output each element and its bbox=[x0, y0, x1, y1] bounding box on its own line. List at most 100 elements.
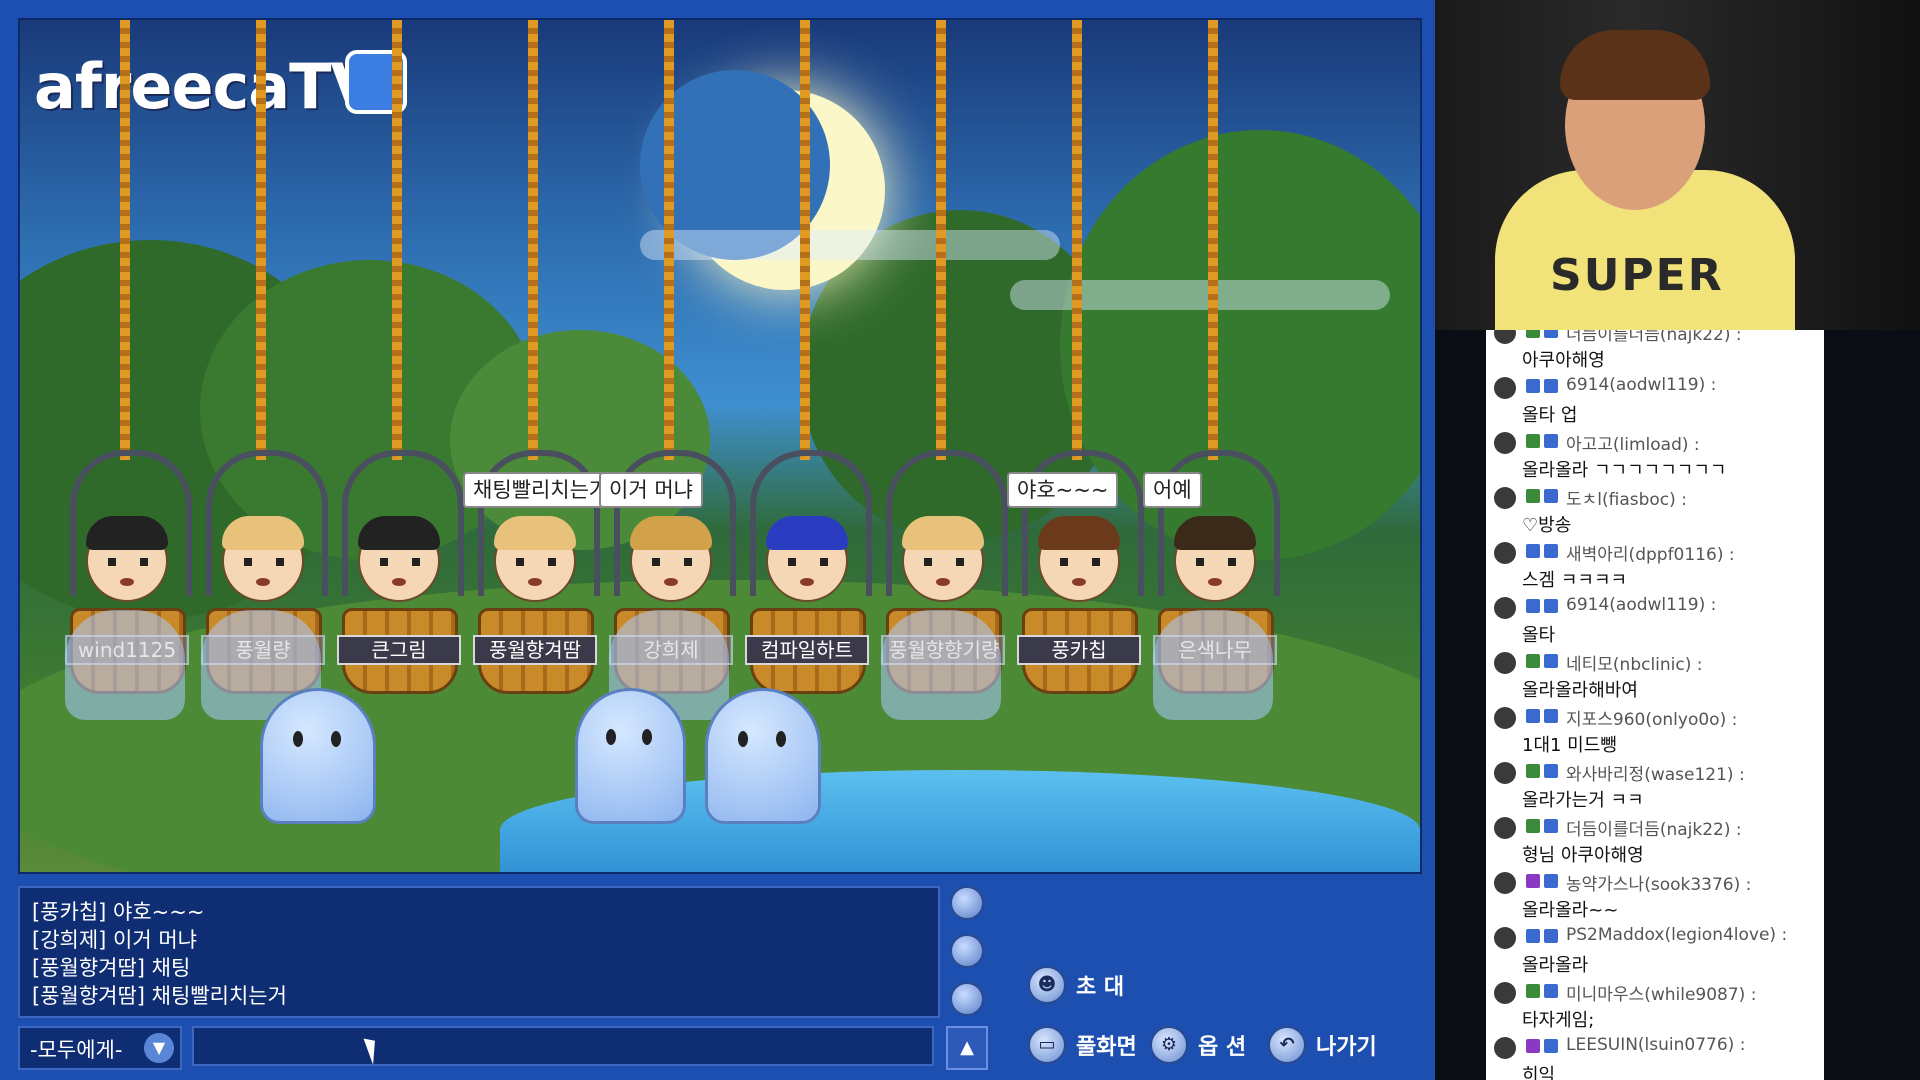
player-avatar[interactable] bbox=[1174, 516, 1256, 602]
chat-text: 올라올라 bbox=[1522, 955, 1589, 976]
game-window: afreecaTV wind1125 풍월량 큰그림 풍월향겨땀 채팅빨리치는거 강희제 이… bbox=[0, 0, 1435, 1080]
ghost-overlay bbox=[65, 610, 185, 720]
chat-input[interactable] bbox=[192, 1026, 934, 1066]
user-badge-icon bbox=[1544, 599, 1558, 613]
chat-text: 올타 업 bbox=[1522, 405, 1578, 426]
ghost bbox=[260, 688, 376, 824]
chat-message: PS2Maddox(legion4love) : 올라올라 bbox=[1486, 923, 1824, 979]
chat-username[interactable]: 농약가스나(sook3376) : bbox=[1566, 870, 1751, 895]
chat-text: 1대1 미드뺑 bbox=[1522, 735, 1617, 756]
user-badge-icon bbox=[1526, 654, 1540, 668]
player-name-tag: 컴파일하트 bbox=[745, 635, 869, 665]
chat-text: 올타 bbox=[1522, 625, 1556, 646]
user-avatar-icon bbox=[1494, 377, 1516, 399]
exit-button[interactable]: ↶ 나가기 bbox=[1268, 1026, 1377, 1064]
chat-username[interactable]: 네티모(nbclinic) : bbox=[1566, 650, 1703, 675]
rope bbox=[256, 20, 266, 460]
chat-username[interactable]: 지포스960(onlyo0o) : bbox=[1566, 705, 1737, 730]
chat-log-line: [강희제] 이거 머냐 bbox=[32, 928, 197, 952]
chat-username[interactable]: 미니마우스(while9087) : bbox=[1566, 980, 1756, 1005]
shirt-print: SUPER bbox=[1550, 250, 1724, 301]
user-avatar-icon bbox=[1494, 597, 1516, 619]
speech-bubble: 채팅빨리치는거 bbox=[463, 472, 619, 508]
speech-bubble: 어예 bbox=[1143, 472, 1202, 508]
player-name-tag: 풍월향향기량 bbox=[881, 635, 1005, 665]
player-avatar[interactable] bbox=[766, 516, 848, 602]
user-avatar-icon bbox=[1494, 982, 1516, 1004]
chevron-down-icon[interactable]: ▼ bbox=[144, 1033, 174, 1063]
scroll-thumb[interactable] bbox=[950, 934, 984, 968]
options-button[interactable]: ⚙ 옵 션 bbox=[1150, 1026, 1246, 1064]
chat-username[interactable]: 와사바리정(wase121) : bbox=[1566, 760, 1745, 785]
player-avatar[interactable] bbox=[494, 516, 576, 602]
webcam-view: SUPER bbox=[1435, 0, 1920, 330]
exit-label: 나가기 bbox=[1316, 1035, 1377, 1060]
invite-button[interactable]: ☻ 초 대 bbox=[1028, 966, 1124, 1004]
user-badge-icon bbox=[1544, 434, 1558, 448]
game-menu-panel: ☻ 초 대 ▭ 풀화면 ⚙ 옵 션 ↶ 나가기 bbox=[1000, 886, 1418, 1068]
chat-text: ♡방송 bbox=[1522, 515, 1572, 536]
player-avatar[interactable] bbox=[1038, 516, 1120, 602]
scroll-down-button[interactable] bbox=[950, 982, 984, 1016]
user-badge-icon bbox=[1544, 709, 1558, 723]
rope bbox=[392, 20, 402, 460]
user-badge-icon bbox=[1544, 379, 1558, 393]
chat-username[interactable]: 새벽아리(dppf0116) : bbox=[1566, 540, 1735, 565]
chat-username[interactable]: 더듬이를더듬(najk22) : bbox=[1566, 815, 1742, 840]
user-badge-icon bbox=[1544, 1039, 1558, 1053]
chat-log-line: [풍카칩] 야호~~~ bbox=[32, 900, 205, 924]
chat-username[interactable]: 아고고(limload) : bbox=[1566, 430, 1700, 455]
rope bbox=[936, 20, 946, 460]
afreecatv-logo: afreecaTV bbox=[34, 50, 378, 123]
user-badge-icon bbox=[1526, 764, 1540, 778]
player-avatar[interactable] bbox=[630, 516, 712, 602]
chat-username[interactable]: PS2Maddox(legion4love) : bbox=[1566, 925, 1787, 945]
user-badge-icon bbox=[1544, 764, 1558, 778]
chat-username[interactable]: LEESUIN(lsuin0776) : bbox=[1566, 1035, 1745, 1055]
chat-message: 6914(aodwl119) : 올타 업 bbox=[1486, 373, 1824, 429]
chat-log: [풍카칩] 야호~~~ [강희제] 이거 머냐 [풍월향겨땀] 채팅 [풍월향겨… bbox=[18, 886, 940, 1018]
player-avatar[interactable] bbox=[902, 516, 984, 602]
player-avatar[interactable] bbox=[86, 516, 168, 602]
player-avatar[interactable] bbox=[222, 516, 304, 602]
chat-text: 히익 bbox=[1522, 1065, 1556, 1080]
options-label: 옵 션 bbox=[1198, 1035, 1247, 1060]
player-name-tag: 큰그림 bbox=[337, 635, 461, 665]
scroll-up-button[interactable] bbox=[950, 886, 984, 920]
rope bbox=[664, 20, 674, 460]
chat-log-line: [풍월향겨땀] 채팅빨리치는거 bbox=[32, 984, 287, 1008]
chat-message: 6914(aodwl119) : 올타 bbox=[1486, 593, 1824, 649]
user-avatar-icon bbox=[1494, 487, 1516, 509]
rope bbox=[1208, 20, 1218, 460]
fullscreen-button[interactable]: ▭ 풀화면 bbox=[1028, 1026, 1137, 1064]
gear-icon: ⚙ bbox=[1150, 1026, 1188, 1064]
user-badge-icon bbox=[1526, 984, 1540, 998]
user-badge-icon bbox=[1544, 819, 1558, 833]
chat-scrollbar[interactable] bbox=[946, 886, 984, 1016]
user-avatar-icon bbox=[1494, 330, 1516, 344]
chat-target-select[interactable]: -모두에게- ▼ bbox=[18, 1026, 182, 1070]
chat-username[interactable]: 6914(aodwl119) : bbox=[1566, 595, 1716, 615]
user-avatar-icon bbox=[1494, 707, 1516, 729]
user-avatar-icon bbox=[1494, 542, 1516, 564]
chat-username[interactable]: 더듬이를더듬(najk22) : bbox=[1566, 330, 1742, 345]
send-button[interactable]: ▲ bbox=[946, 1026, 988, 1070]
user-badge-icon bbox=[1544, 544, 1558, 558]
back-arrow-icon: ↶ bbox=[1268, 1026, 1306, 1064]
player-avatar[interactable] bbox=[358, 516, 440, 602]
chat-username[interactable]: 6914(aodwl119) : bbox=[1566, 375, 1716, 395]
game-scene: afreecaTV wind1125 풍월량 큰그림 풍월향겨땀 채팅빨리치는거 강희제 이… bbox=[18, 18, 1422, 874]
chat-message: LEESUIN(lsuin0776) : 히익 bbox=[1486, 1033, 1824, 1080]
user-badge-icon bbox=[1526, 544, 1540, 558]
chat-message: 지포스960(onlyo0o) : 1대1 미드뺑 bbox=[1486, 703, 1824, 759]
chat-message: 미니마우스(while9087) : 타자게임; bbox=[1486, 978, 1824, 1034]
chat-username[interactable]: 도ㅊl(fiasboc) : bbox=[1566, 485, 1687, 510]
ghost bbox=[575, 688, 686, 824]
chat-text: 올라가는거 ㅋㅋ bbox=[1522, 790, 1644, 811]
rope bbox=[528, 20, 538, 460]
user-badge-icon bbox=[1526, 330, 1540, 338]
user-badge-icon bbox=[1544, 489, 1558, 503]
chat-message: 와사바리정(wase121) : 올라가는거 ㅋㅋ bbox=[1486, 758, 1824, 814]
rope bbox=[1072, 20, 1082, 460]
fullscreen-icon: ▭ bbox=[1028, 1026, 1066, 1064]
